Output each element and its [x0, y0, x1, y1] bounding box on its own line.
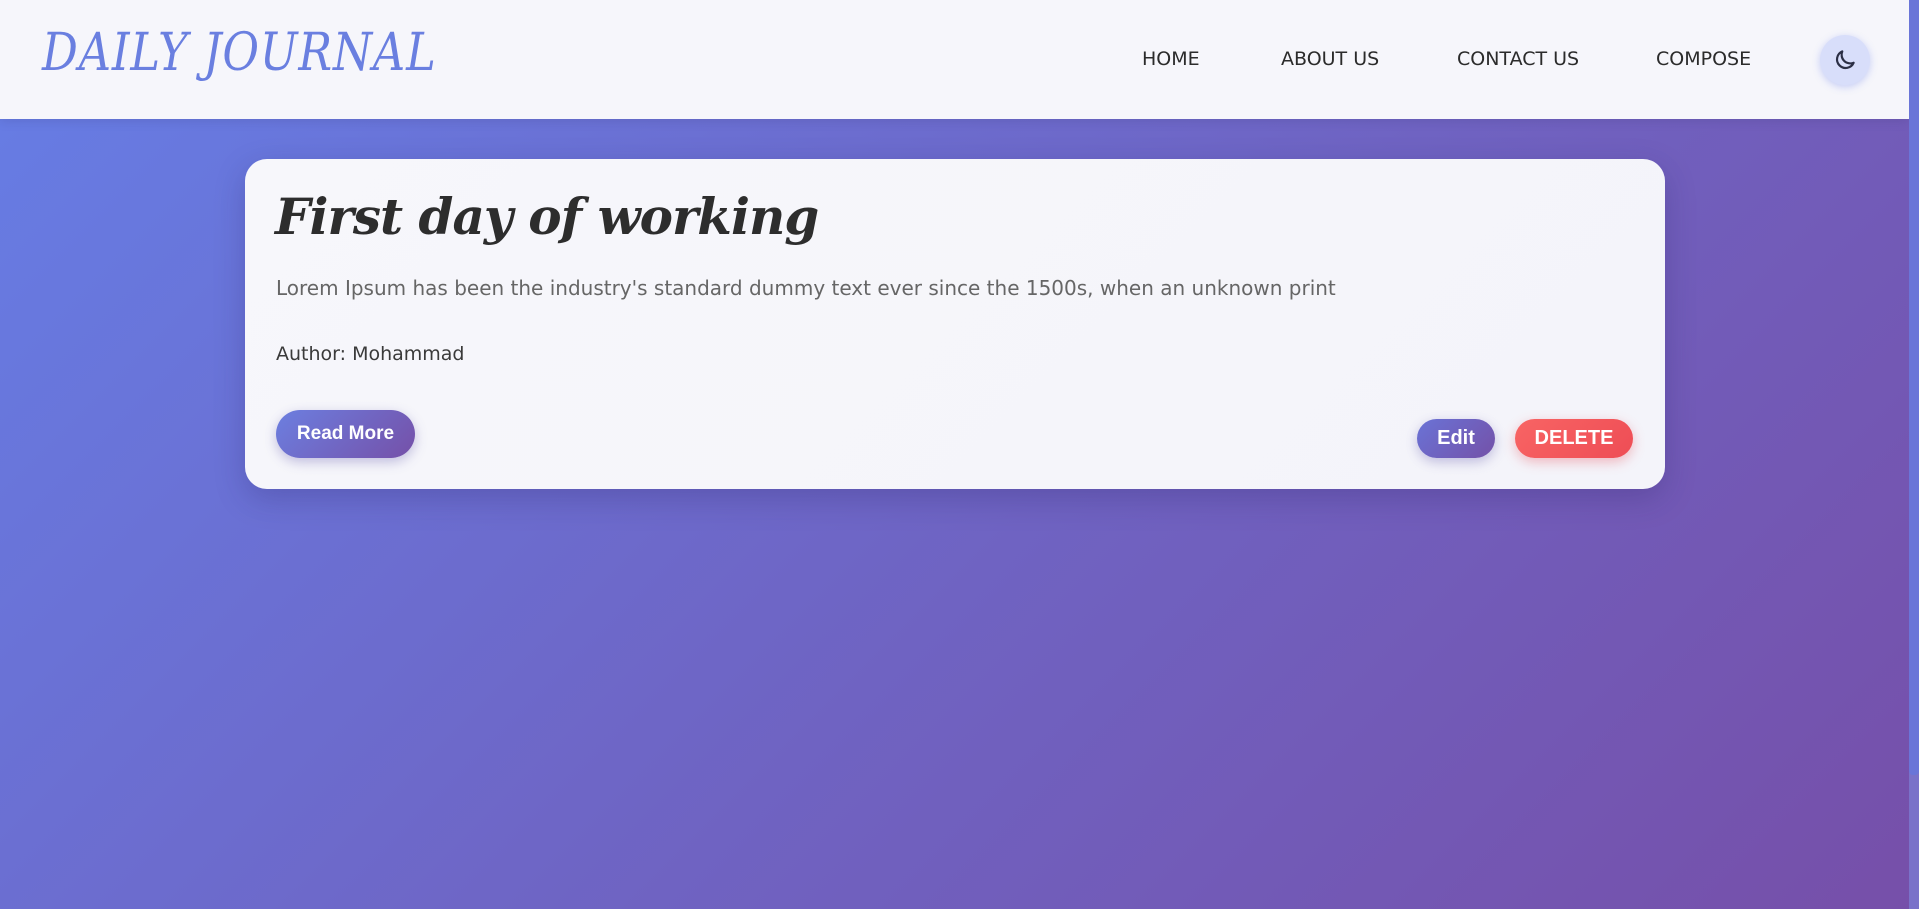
post-author: Author: Mohammad [276, 343, 465, 365]
post-card: First day of working Lorem Ipsum has bee… [245, 159, 1665, 489]
post-title: First day of working [275, 187, 819, 246]
moon-icon [1835, 50, 1855, 70]
nav-home-link[interactable]: HOME [1142, 47, 1200, 71]
delete-button[interactable]: DELETE [1515, 419, 1633, 458]
top-navbar: DAILY JOURNAL HOME ABOUT US CONTACT US C… [0, 0, 1909, 119]
post-excerpt: Lorem Ipsum has been the industry's stan… [276, 276, 1336, 300]
scrollbar[interactable] [1909, 0, 1919, 909]
nav-about-link[interactable]: ABOUT US [1281, 47, 1379, 71]
scrollbar-thumb[interactable] [1909, 0, 1919, 775]
read-more-button[interactable]: Read More [276, 410, 415, 458]
edit-button[interactable]: Edit [1417, 419, 1495, 458]
main-nav: HOME ABOUT US CONTACT US COMPOSE [0, 47, 1909, 73]
nav-contact-link[interactable]: CONTACT US [1457, 47, 1579, 71]
theme-toggle-button[interactable] [1820, 35, 1870, 85]
nav-compose-link[interactable]: COMPOSE [1656, 47, 1751, 71]
